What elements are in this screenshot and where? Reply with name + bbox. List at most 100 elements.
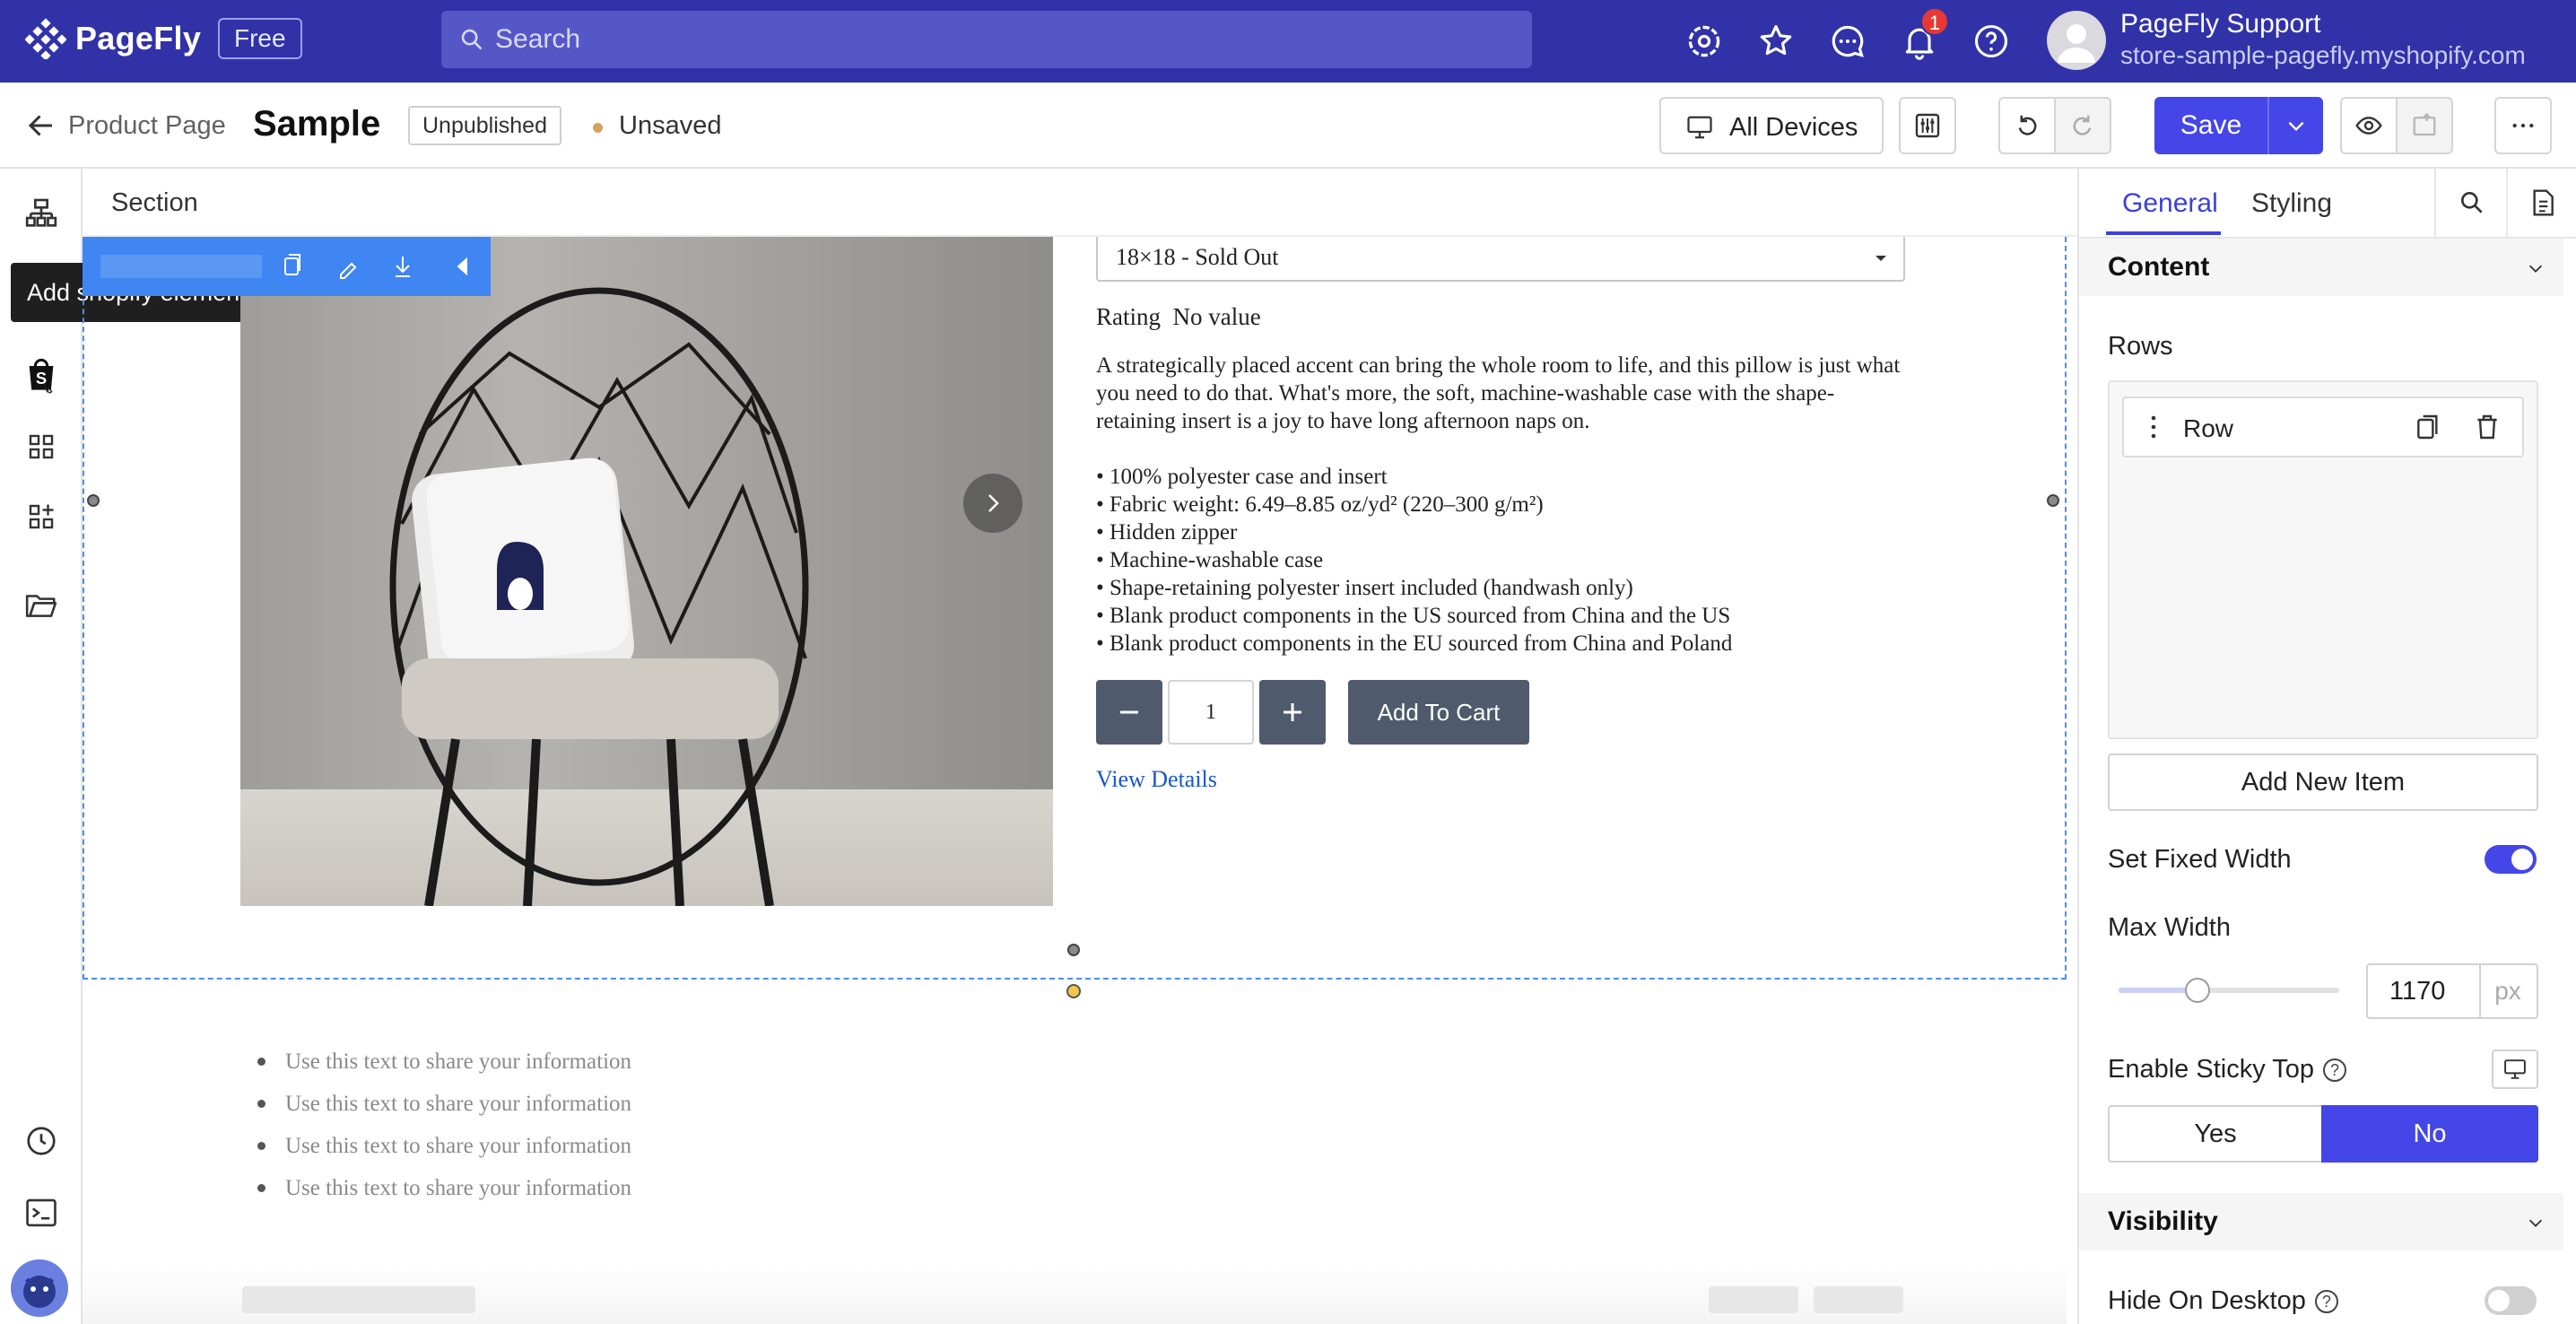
hide-desktop-label-row: Hide On Desktop ? <box>2108 1286 2338 1316</box>
more-dots-icon <box>2512 123 2534 128</box>
back-arrow-icon[interactable] <box>25 109 57 142</box>
settings-icon[interactable] <box>1684 22 1724 61</box>
max-width-unit[interactable]: px <box>2479 963 2538 1019</box>
add-new-item-button[interactable]: Add New Item <box>2108 753 2538 811</box>
more-options-button[interactable] <box>2494 97 2552 154</box>
plan-badge[interactable]: Free <box>218 18 302 59</box>
max-width-label: Max Width <box>2108 913 2231 942</box>
save-button[interactable]: Save <box>2154 97 2267 154</box>
section-label[interactable]: Section <box>111 188 198 218</box>
section-header-bar <box>83 169 2077 237</box>
tab-styling[interactable]: Styling <box>2251 188 2332 219</box>
user-avatar[interactable] <box>2047 11 2106 70</box>
max-width-slider-thumb[interactable] <box>2185 978 2210 1003</box>
row-label: Row <box>2183 414 2234 442</box>
sticky-yes-button[interactable]: Yes <box>2108 1105 2323 1163</box>
history-icon[interactable] <box>20 1119 63 1163</box>
next-image-button[interactable] <box>963 474 1023 533</box>
user-name[interactable]: PageFly Support <box>2120 9 2320 39</box>
grid-icon[interactable] <box>20 425 63 468</box>
save-options-button[interactable] <box>2267 97 2323 154</box>
section-spacing-handle[interactable] <box>1066 984 1081 998</box>
text-list[interactable]: Use this text to share your information … <box>253 1041 631 1209</box>
store-url[interactable]: store-sample-pagefly.myshopify.com <box>2120 41 2526 70</box>
feature-item: • 100% polyester case and insert <box>1096 465 1388 489</box>
chat-icon[interactable] <box>1828 22 1867 61</box>
save-state-label: Unsaved <box>619 111 722 140</box>
tab-general[interactable]: General <box>2122 188 2218 219</box>
row-list-item[interactable]: Row <box>2122 396 2524 457</box>
svg-text:S: S <box>36 369 47 388</box>
preview-button[interactable] <box>2340 97 2398 154</box>
variant-value: 18×18 - Sold Out <box>1116 244 1279 270</box>
list-item[interactable]: Use this text to share your information <box>253 1083 631 1125</box>
duplicate-icon[interactable] <box>2415 413 2441 441</box>
hide-desktop-label: Hide On Desktop <box>2108 1286 2306 1315</box>
view-details-link[interactable]: View Details <box>1096 766 1217 793</box>
help-icon[interactable] <box>1971 22 2011 61</box>
sticky-top-label: Enable Sticky Top <box>2108 1055 2314 1084</box>
product-features: • 100% polyester case and insert • Fabri… <box>1096 463 1732 658</box>
undo-button[interactable] <box>1998 97 2056 154</box>
placeholder-block <box>1709 1286 1798 1313</box>
product-rating: Rating No value <box>1096 303 1261 331</box>
search-icon <box>461 29 483 50</box>
product-image[interactable] <box>240 237 1053 906</box>
max-width-input[interactable]: 1170 <box>2366 963 2481 1019</box>
feature-item: • Hidden zipper <box>1096 520 1238 544</box>
trash-icon[interactable] <box>2474 413 2501 441</box>
redo-icon <box>2073 115 2092 135</box>
sticky-no-button[interactable]: No <box>2321 1105 2538 1163</box>
fixed-width-toggle[interactable] <box>2485 845 2537 874</box>
hide-desktop-toggle[interactable] <box>2485 1286 2537 1315</box>
device-switch-button[interactable] <box>2492 1050 2538 1089</box>
star-icon[interactable] <box>1756 22 1796 61</box>
publish-button[interactable] <box>2396 97 2453 154</box>
panel-doc-button[interactable] <box>2506 169 2576 237</box>
product-description: A strategically placed accent can bring … <box>1096 353 1901 433</box>
chevron-down-icon <box>2288 121 2304 132</box>
visibility-group-header[interactable]: Visibility <box>2079 1193 2563 1250</box>
quantity-input[interactable]: 1 <box>1168 680 1254 745</box>
content-heading: Content <box>2108 252 2210 282</box>
fixed-width-label: Set Fixed Width <box>2108 845 2292 874</box>
pagefly-logo[interactable]: PageFly <box>25 18 201 59</box>
notification-count-badge: 1 <box>1920 7 1949 36</box>
chair-pillow-illustration <box>389 287 809 906</box>
list-item[interactable]: Use this text to share your information <box>253 1041 631 1083</box>
breadcrumb[interactable]: Product Page <box>68 111 226 141</box>
resize-handle-bottom[interactable] <box>1067 944 1080 956</box>
all-devices-button[interactable]: All Devices <box>1659 97 1884 154</box>
save-element-icon[interactable] <box>395 260 422 287</box>
page-title[interactable]: Sample <box>253 104 380 144</box>
document-icon <box>2533 189 2554 216</box>
help-icon[interactable]: ? <box>2323 1058 2346 1082</box>
resize-handle-left[interactable] <box>87 494 100 507</box>
add-to-cart-button[interactable]: Add To Cart <box>1348 680 1529 745</box>
terminal-icon[interactable] <box>20 1191 63 1234</box>
list-item[interactable]: Use this text to share your information <box>253 1125 631 1167</box>
page-settings-button[interactable] <box>1899 97 1956 154</box>
shopify-bag-icon[interactable]: S <box>20 353 63 396</box>
duplicate-icon[interactable] <box>279 260 306 287</box>
feature-item: • Blank product components in the EU sou… <box>1096 632 1733 656</box>
resize-handle-right[interactable] <box>2047 494 2059 507</box>
quantity-increase-button[interactable] <box>1259 680 1326 745</box>
add-section-icon[interactable] <box>20 495 63 538</box>
quantity-decrease-button[interactable] <box>1096 680 1162 745</box>
search-input[interactable]: Search <box>441 11 1532 68</box>
top-bar: PageFly Free Search 1 PageFly Support st… <box>0 0 2576 83</box>
layers-icon[interactable] <box>20 192 63 235</box>
edit-style-icon[interactable] <box>335 260 361 287</box>
folder-icon[interactable] <box>20 583 63 626</box>
drag-handle-icon[interactable] <box>2149 414 2158 440</box>
rating-value: No value <box>1172 303 1261 330</box>
content-group-header[interactable]: Content <box>2079 239 2563 296</box>
variant-select[interactable]: 18×18 - Sold Out <box>1096 237 1905 282</box>
list-item[interactable]: Use this text to share your information <box>253 1167 631 1209</box>
redo-button[interactable] <box>2054 97 2111 154</box>
account-avatar[interactable] <box>11 1259 68 1317</box>
help-icon[interactable]: ? <box>2314 1289 2338 1313</box>
collapse-toolbar-icon[interactable] <box>453 260 480 287</box>
panel-search-button[interactable] <box>2434 169 2506 237</box>
